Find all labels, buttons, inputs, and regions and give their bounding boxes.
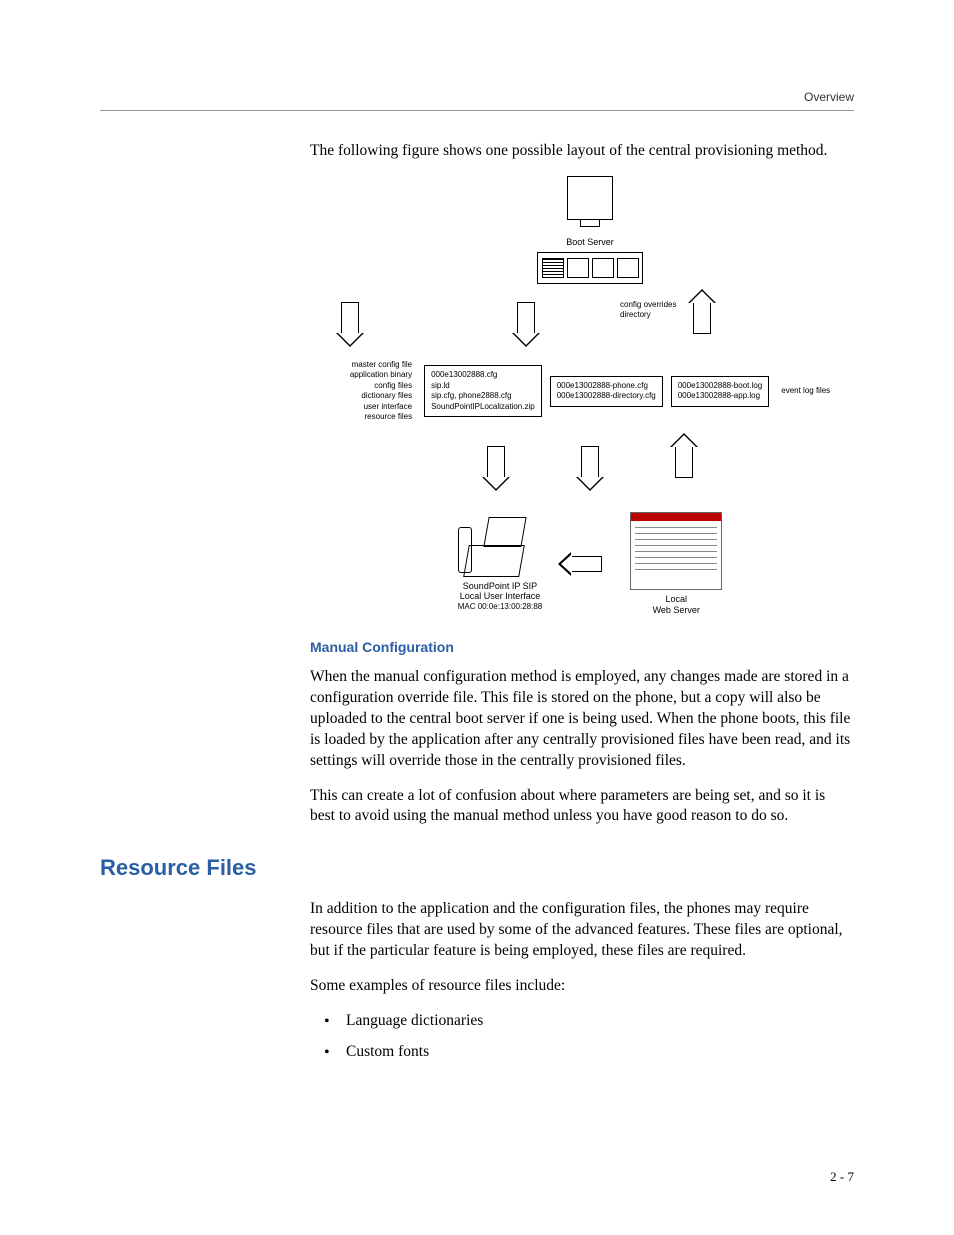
web-label-1: Local: [630, 594, 722, 605]
list-item: Language dictionaries: [324, 1011, 854, 1032]
arrow-down-icon: [517, 302, 535, 334]
arrow-down-icon: [487, 446, 505, 478]
server-icon: [537, 252, 643, 284]
phone-icon: [458, 517, 528, 577]
file-box-3: 000e13002888-boot.log 000e13002888-app.l…: [671, 376, 770, 407]
page-header: Overview: [100, 90, 854, 111]
file-box-2: 000e13002888-phone.cfg 000e13002888-dire…: [550, 376, 663, 407]
arrow-up-icon: [693, 302, 711, 334]
boot-server-label: Boot Server: [566, 236, 614, 248]
event-log-label: event log files: [777, 386, 830, 396]
master-config-labels: master config file application binary co…: [350, 360, 416, 422]
arrow-down-icon: [581, 446, 599, 478]
resource-p1: In addition to the application and the c…: [310, 899, 854, 962]
header-section: Overview: [804, 90, 854, 104]
web-server-icon: [630, 512, 722, 590]
resource-p2: Some examples of resource files include:: [310, 976, 854, 997]
web-label-2: Web Server: [630, 605, 722, 616]
manual-config-heading: Manual Configuration: [310, 638, 854, 657]
manual-p2: This can create a lot of confusion about…: [310, 786, 854, 828]
list-item: Custom fonts: [324, 1042, 854, 1063]
config-overrides-label: config overrides directory: [620, 300, 676, 319]
resource-files-heading: Resource Files: [100, 855, 854, 881]
resource-bullet-list: Language dictionaries Custom fonts: [324, 1011, 854, 1063]
arrow-down-icon: [341, 302, 359, 334]
phone-mac: MAC 00:0e:13:00:28:88: [458, 602, 543, 612]
file-box-1: 000e13002888.cfg sip.ld sip.cfg, phone28…: [424, 365, 542, 417]
manual-p1: When the manual configuration method is …: [310, 667, 854, 772]
provisioning-figure: Boot Server config overrides directory m…: [310, 176, 870, 616]
page-number: 2 - 7: [830, 1169, 854, 1185]
arrow-left-icon: [570, 556, 602, 572]
phone-label-2: Local User Interface: [458, 591, 543, 602]
monitor-icon: [567, 176, 613, 220]
intro-paragraph: The following figure shows one possible …: [310, 141, 854, 162]
arrow-up-icon: [675, 446, 693, 478]
phone-label-1: SoundPoint IP SIP: [458, 581, 543, 592]
